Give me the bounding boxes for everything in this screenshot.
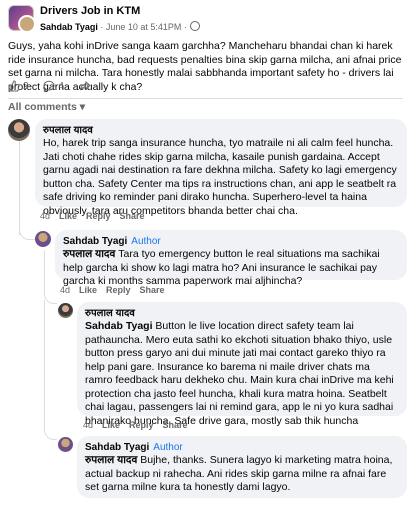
thread-connector	[19, 225, 35, 240]
mention-tag[interactable]: Sahdab Tyagi	[85, 320, 153, 332]
mention-tag[interactable]: रुपलाल यादव	[63, 248, 115, 260]
commenter-name[interactable]: रुपलाल यादव	[43, 124, 399, 137]
author-badge: Author	[153, 442, 183, 453]
group-avatar[interactable]	[8, 5, 36, 33]
comment-bubble: रुपलाल यादव Sahdab Tyagi Button le live …	[77, 302, 407, 427]
commenter-name: Sahdab Tyagi Author	[63, 235, 399, 248]
like-button[interactable]: Like	[59, 211, 77, 221]
comment-bubble: Sahdab Tyagi Author रुपलाल यादव Tara tyo …	[55, 230, 407, 287]
comment-time[interactable]: 4d	[83, 420, 93, 430]
mention-tag[interactable]: रुपलाल यादव	[85, 454, 137, 466]
share-button[interactable]: Share	[120, 211, 145, 221]
avatar[interactable]	[35, 231, 51, 247]
share-action[interactable]	[79, 80, 94, 92]
divider	[8, 98, 403, 99]
comment-action[interactable]: 4	[43, 80, 64, 92]
post-timestamp[interactable]: · June 10 at 5:41PM ·	[98, 22, 190, 32]
thread-connector	[44, 290, 57, 304]
share-button[interactable]: Share	[140, 285, 165, 295]
group-name[interactable]: Drivers Job in KTM	[40, 5, 140, 17]
like-icon	[8, 80, 20, 92]
globe-icon	[190, 21, 201, 31]
comment-actions: 4d Like Reply Share	[60, 285, 174, 295]
comment-actions: 4d Like Reply Share	[83, 420, 197, 430]
reply-button[interactable]: Reply	[129, 420, 154, 430]
thread-connector	[44, 425, 57, 440]
post-meta: Sahdab Tyagi · June 10 at 5:41PM ·	[40, 21, 201, 32]
commenter-name: Sahdab Tyagi Author	[85, 441, 399, 454]
author-avatar[interactable]	[18, 15, 36, 33]
commenter-name-text[interactable]: Sahdab Tyagi	[85, 442, 149, 453]
commenter-name-text[interactable]: Sahdab Tyagi	[63, 236, 127, 247]
avatar[interactable]	[58, 437, 73, 452]
like-button[interactable]: Like	[102, 420, 120, 430]
comment-bubble: रुपलाल यादव Ho, harek trip sanga insuran…	[35, 119, 407, 217]
post-author[interactable]: Sahdab Tyagi	[40, 22, 98, 32]
comment-count: 4	[58, 80, 64, 92]
commenter-name[interactable]: रुपलाल यादव	[85, 307, 399, 320]
thread-line	[44, 300, 45, 428]
comment-actions: 4d Like Reply Share	[40, 211, 154, 221]
like-count: 2	[23, 80, 29, 92]
avatar[interactable]	[58, 303, 73, 318]
share-icon	[79, 80, 91, 91]
comment-time[interactable]: 4d	[60, 285, 70, 295]
thread-line	[44, 250, 45, 295]
reply-button[interactable]: Reply	[86, 211, 111, 221]
comment-icon	[43, 80, 55, 92]
like-button[interactable]: Like	[79, 285, 97, 295]
thread-line	[19, 139, 20, 235]
comment-text: Ho, harek trip sanga insurance huncha, t…	[43, 137, 397, 217]
like-action[interactable]: 2	[8, 80, 29, 92]
comment-bubble: Sahdab Tyagi Author रुपलाल यादव Bujhe, th…	[77, 436, 407, 498]
reply-button[interactable]: Reply	[106, 285, 131, 295]
all-comments-filter[interactable]: All comments ▾	[8, 101, 85, 113]
comment-text: Button le live location direct safety te…	[85, 320, 394, 427]
author-badge: Author	[131, 236, 161, 247]
avatar[interactable]	[8, 119, 30, 141]
share-button[interactable]: Share	[163, 420, 188, 430]
post-reactions-bar: 2 4	[8, 80, 106, 96]
comment-time[interactable]: 4d	[40, 211, 50, 221]
